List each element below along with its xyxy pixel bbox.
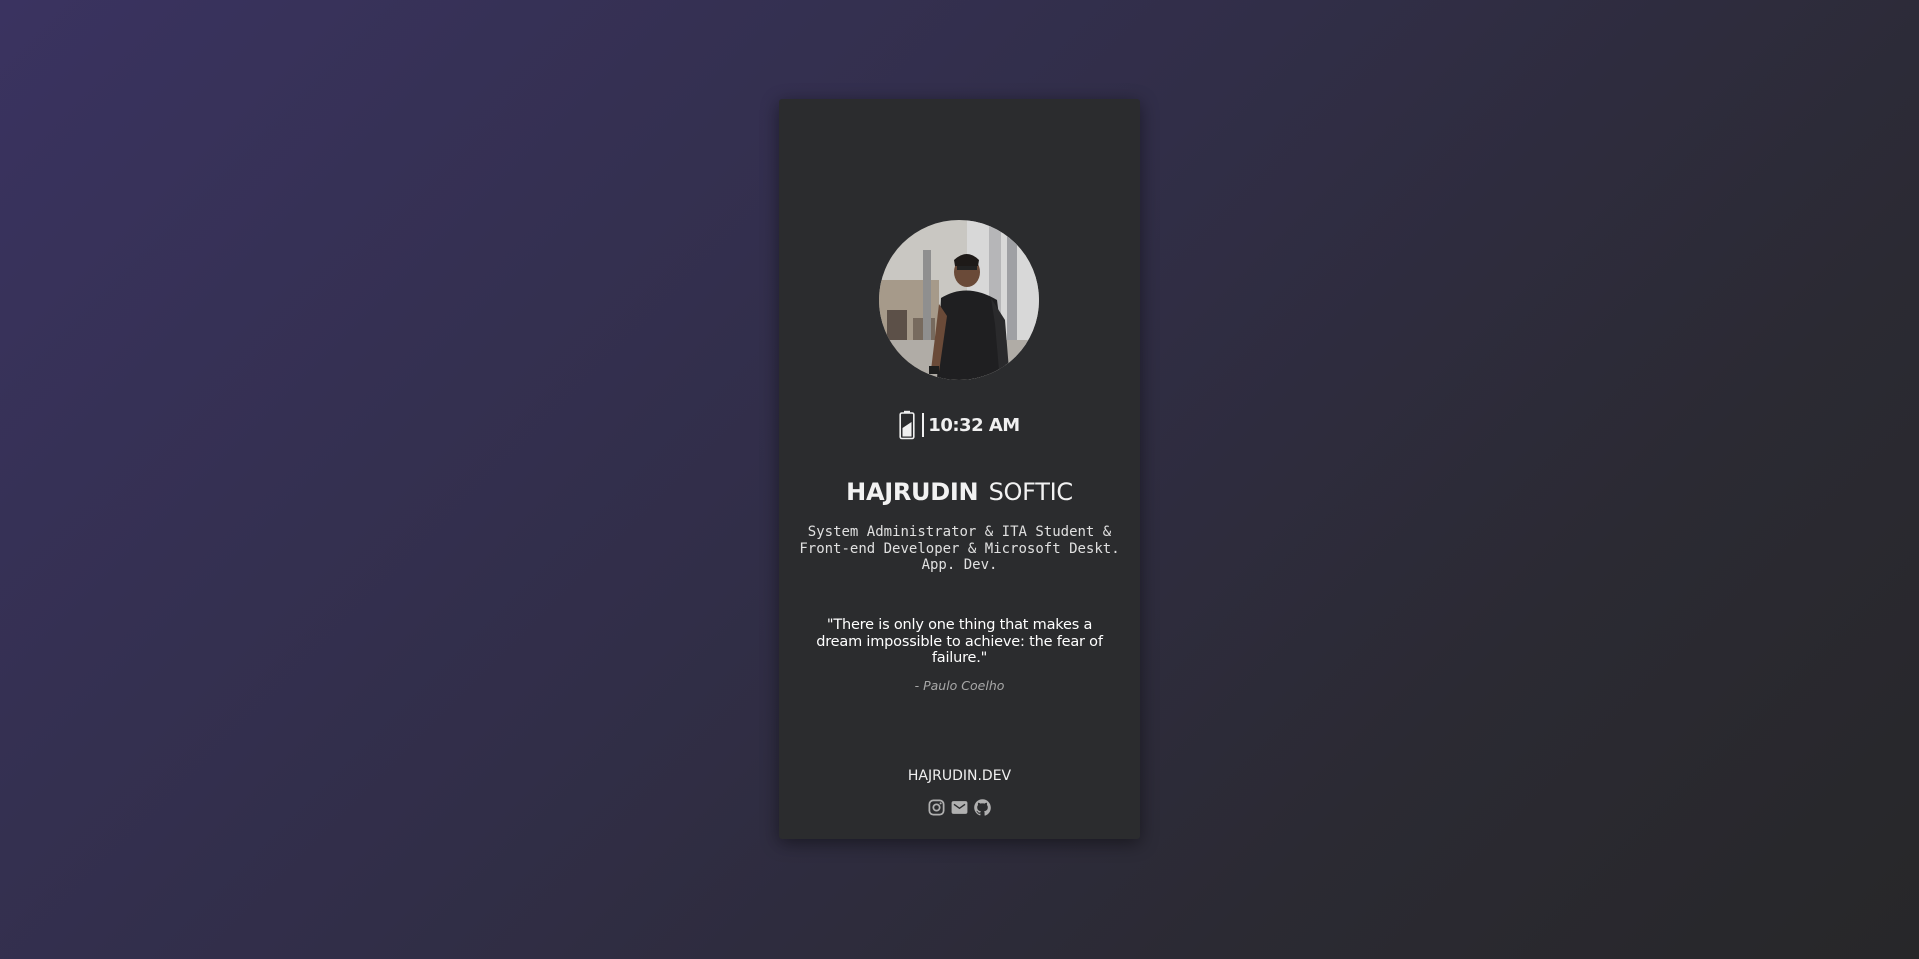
instagram-link[interactable] xyxy=(927,798,946,817)
profile-card: 10:32 AM HAJRUDIN SOFTIC System Administ… xyxy=(779,99,1140,839)
profile-role: System Administrator & ITA Student & Fro… xyxy=(799,524,1120,573)
quote-text: "There is only one thing that makes a dr… xyxy=(816,617,1103,666)
quote-author: - Paulo Coelho xyxy=(914,678,1005,693)
profile-name: HAJRUDIN SOFTIC xyxy=(779,478,1140,506)
github-link[interactable] xyxy=(973,798,992,817)
github-icon xyxy=(974,799,991,816)
mail-icon xyxy=(951,801,968,814)
first-name: HAJRUDIN xyxy=(846,478,979,506)
last-name: SOFTIC xyxy=(988,478,1074,506)
clock-time: 10:32 AM xyxy=(928,414,1020,436)
status-divider xyxy=(922,413,925,437)
website-link[interactable]: HAJRUDIN.DEV xyxy=(779,768,1140,784)
avatar xyxy=(879,220,1039,380)
mail-link[interactable] xyxy=(950,798,969,817)
avatar-photo xyxy=(879,220,1039,380)
battery-charging-icon xyxy=(899,410,915,440)
status-bar: 10:32 AM xyxy=(779,410,1140,440)
instagram-icon xyxy=(928,799,945,816)
social-links xyxy=(779,798,1140,817)
